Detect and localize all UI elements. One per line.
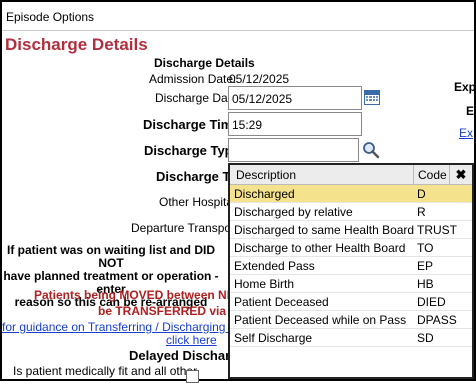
waiting-list-line1: If patient was on waiting list and DID N… [6, 243, 215, 270]
option-code: SD [417, 331, 434, 345]
window-titlebar: Episode Options [2, 2, 474, 31]
discharge-time-input[interactable]: 15:29 [228, 112, 362, 136]
medically-fit-label: Is patient medically fit and all other [13, 364, 198, 378]
window-title: Episode Options [6, 10, 95, 24]
option-description: Discharge to other Health Board [234, 241, 406, 255]
option-code: D [417, 187, 426, 201]
dropdown-header: Description Code ✖ [230, 165, 472, 185]
option-code: R [417, 205, 426, 219]
option-code: TRUST [417, 223, 457, 237]
option-description: Discharged by relative [234, 205, 353, 219]
option-code: DIED [417, 295, 446, 309]
dropdown-rows: Discharged D Discharged by relative R Discha… [230, 185, 472, 347]
discharge-type-dropdown: Description Code ✖ Discharged D Discharged… [228, 163, 474, 379]
page-title: Discharge Details [5, 35, 148, 54]
dropdown-option[interactable]: Discharged D [230, 185, 472, 203]
option-code: TO [417, 241, 434, 255]
option-description: Self Discharge [234, 331, 313, 345]
guidance-link[interactable]: for guidance on Transferring / Dischargi… [2, 320, 257, 334]
medically-fit-checkbox[interactable] [186, 370, 199, 383]
search-icon[interactable] [362, 141, 380, 159]
close-icon[interactable]: ✖ [450, 165, 472, 184]
option-description: Home Birth [234, 277, 295, 291]
dropdown-option[interactable]: Discharge to other Health Board TO [230, 239, 472, 257]
dropdown-option[interactable]: Discharged to same Health Board TRUST [230, 221, 472, 239]
admission-date-label: Admission Date: [149, 72, 237, 86]
dropdown-option[interactable]: Home Birth HB [230, 275, 472, 293]
admission-date-value: 05/12/2025 [229, 72, 290, 86]
option-description: Discharged [234, 187, 295, 201]
click-here-link[interactable]: click here [166, 333, 217, 347]
option-code: DPASS [417, 313, 457, 327]
ex-link[interactable]: Ex [459, 126, 473, 140]
discharge-type-input[interactable] [228, 138, 359, 162]
option-description: Discharged to same Health Board [234, 223, 414, 237]
e-label: E [466, 104, 475, 118]
dropdown-option[interactable]: Discharged by relative R [230, 203, 472, 221]
exp-label: Exp [454, 80, 476, 94]
discharge-date-input[interactable]: 05/12/2025 [228, 86, 362, 110]
discharge-date-label: Discharge Date [155, 91, 238, 105]
dropdown-option[interactable]: Patient Deceased DIED [230, 293, 472, 311]
option-code: HB [417, 277, 434, 291]
discharge-to-label: Discharge To [156, 169, 238, 184]
option-description: Extended Pass [234, 259, 315, 273]
dropdown-option[interactable]: Self Discharge SD [230, 329, 472, 347]
option-description: Patient Deceased while on Pass [234, 313, 407, 327]
other-hospital-label: Other Hospital [159, 195, 236, 209]
dropdown-option[interactable]: Patient Deceased while on Pass DPASS [230, 311, 472, 329]
section-title: Discharge Details [154, 56, 255, 70]
discharge-type-label: Discharge Type [144, 143, 240, 158]
dropdown-option[interactable]: Extended Pass EP [230, 257, 472, 275]
option-description: Patient Deceased [234, 295, 329, 309]
discharge-time-label: Discharge Time [143, 117, 240, 132]
column-header-description[interactable]: Description [230, 165, 414, 184]
departure-transport-label: Departure Transport [131, 221, 239, 235]
column-header-code[interactable]: Code [414, 165, 450, 184]
option-code: EP [417, 259, 434, 273]
calendar-icon[interactable] [364, 90, 380, 105]
